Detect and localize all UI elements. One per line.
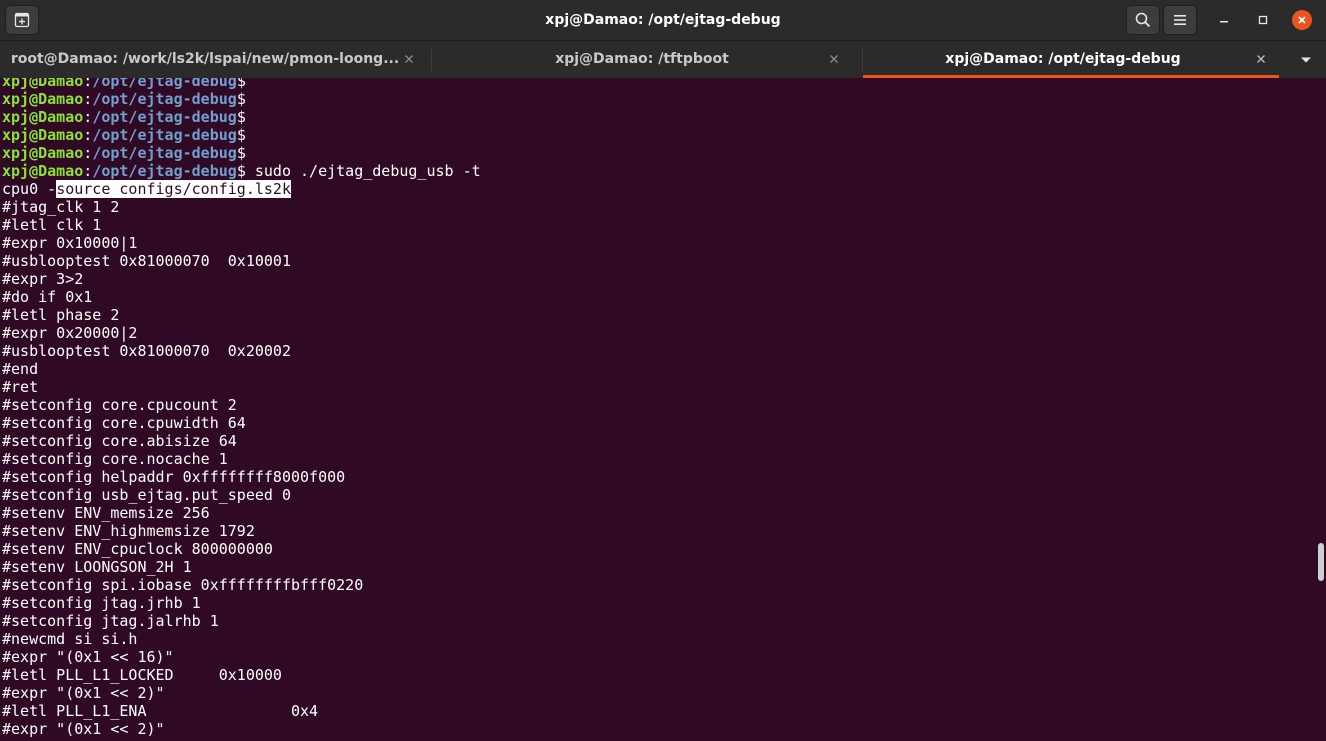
output-line: #expr 3>2 <box>2 270 84 288</box>
prompt-line: xpj@Damao:/opt/ejtag-debug$ <box>2 126 481 144</box>
command-line: xpj@Damao:/opt/ejtag-debug$ sudo ./ejtag… <box>2 162 481 180</box>
prompt-user: xpj@Damao <box>2 78 84 90</box>
search-icon <box>1135 12 1151 28</box>
tabs-dropdown-button[interactable] <box>1296 51 1316 69</box>
output-line: #setconfig jtag.jalrhb 1 <box>2 612 219 630</box>
close-icon <box>1257 55 1265 63</box>
tab-close-button[interactable] <box>1254 52 1268 66</box>
prompt-path: /opt/ejtag-debug <box>92 90 237 108</box>
output-line: #usblooptest 0x81000070 0x10001 <box>2 252 291 270</box>
output-line: #letl PLL_L1_ENA 0x4 <box>2 702 319 720</box>
minimize-button[interactable] <box>1214 10 1234 30</box>
maximize-button[interactable] <box>1253 10 1273 30</box>
source-line: cpu0 -source configs/config.ls2k <box>2 180 481 198</box>
new-tab-icon <box>14 12 30 28</box>
tab-close-button[interactable] <box>827 52 841 66</box>
tab-bar: root@Damao: /work/ls2k/lspai/new/pmon-lo… <box>0 40 1326 78</box>
prompt-symbol: $ <box>236 144 246 162</box>
output-line: #setconfig spi.iobase 0xffffffffbfff0220 <box>2 576 364 594</box>
tab-label: root@Damao: /work/ls2k/lspai/new/pmon-lo… <box>10 51 400 67</box>
prompt-path: /opt/ejtag-debug <box>92 108 237 126</box>
output-line: #letl phase 2 <box>2 306 120 324</box>
tab-ejtag-debug[interactable]: xpj@Damao: /opt/ejtag-debug <box>863 41 1279 78</box>
prompt-symbol: $ <box>236 78 246 90</box>
minimize-icon <box>1220 21 1228 23</box>
prompt-user: xpj@Damao <box>2 126 84 144</box>
prompt-symbol: $ <box>236 108 246 126</box>
search-button[interactable] <box>1126 5 1160 35</box>
prompt-path: /opt/ejtag-debug <box>92 126 237 144</box>
hamburger-menu-icon <box>1174 15 1186 25</box>
output-line: #do if 0x1 <box>2 288 93 306</box>
prompt-user: xpj@Damao <box>2 162 84 180</box>
prompt-colon: : <box>83 162 93 180</box>
output-line: #setconfig core.cpuwidth 64 <box>2 414 246 432</box>
prompt-colon: : <box>83 90 93 108</box>
tab-label: xpj@Damao: /tftpboot <box>555 51 729 67</box>
output-line: #letl PLL_L1_LOCKED 0x10000 <box>2 666 282 684</box>
output-line: #expr "(0x1 << 16)" <box>2 648 174 666</box>
terminal-output[interactable]: xpj@Damao:/opt/ejtag-debug$ xpj@Damao:/op… <box>0 78 1316 741</box>
prompt-user: xpj@Damao <box>2 144 84 162</box>
output-line: #ret <box>2 378 39 396</box>
output-line: #jtag_clk 1 2 <box>2 198 120 216</box>
output-line: #end <box>2 360 39 378</box>
prompt-user: xpj@Damao <box>2 90 84 108</box>
tab-label: xpj@Damao: /opt/ejtag-debug <box>945 51 1181 67</box>
prompt-line: xpj@Damao:/opt/ejtag-debug$ <box>2 78 481 90</box>
chevron-down-icon <box>1301 57 1311 63</box>
new-tab-button[interactable] <box>5 5 39 35</box>
prompt-line: xpj@Damao:/opt/ejtag-debug$ <box>2 144 481 162</box>
output-line: #setconfig usb_ejtag.put_speed 0 <box>2 486 291 504</box>
terminal-lines: xpj@Damao:/opt/ejtag-debug$ xpj@Damao:/op… <box>2 78 481 738</box>
tab-close-button[interactable] <box>402 52 416 66</box>
tab-tftpboot[interactable]: xpj@Damao: /tftpboot <box>432 41 862 78</box>
close-icon <box>830 55 838 63</box>
output-line: #setconfig core.abisize 64 <box>2 432 237 450</box>
output-line: #setconfig core.cpucount 2 <box>2 396 237 414</box>
selected-text: source configs/config.ls2k <box>56 180 291 198</box>
prompt-path: /opt/ejtag-debug <box>92 162 237 180</box>
menu-button[interactable] <box>1163 5 1197 35</box>
maximize-icon <box>1258 15 1268 25</box>
output-line: #setenv ENV_memsize 256 <box>2 504 210 522</box>
close-icon <box>405 55 413 63</box>
prompt-colon: : <box>83 144 93 162</box>
prompt-path: /opt/ejtag-debug <box>92 78 237 90</box>
prompt-line: xpj@Damao:/opt/ejtag-debug$ <box>2 108 481 126</box>
prompt-symbol: $ <box>236 126 246 144</box>
source-prefix: cpu0 - <box>2 180 57 198</box>
prompt-line: xpj@Damao:/opt/ejtag-debug$ <box>2 90 481 108</box>
close-icon <box>1298 16 1306 24</box>
output-line: #newcmd si si.h <box>2 630 138 648</box>
close-button[interactable] <box>1292 10 1312 30</box>
window-title: xpj@Damao: /opt/ejtag-debug <box>545 12 781 28</box>
output-line: #expr "(0x1 << 2)" <box>2 684 165 702</box>
output-line: #expr "(0x1 << 2)" <box>2 720 165 738</box>
output-line: #setenv ENV_cpuclock 800000000 <box>2 540 273 558</box>
output-line: #setenv LOONGSON_2H 1 <box>2 558 192 576</box>
output-line: #usblooptest 0x81000070 0x20002 <box>2 342 291 360</box>
header-bar: xpj@Damao: /opt/ejtag-debug <box>0 0 1326 40</box>
terminal-scrollbar[interactable] <box>1316 78 1326 741</box>
prompt-path: /opt/ejtag-debug <box>92 144 237 162</box>
prompt-colon: : <box>83 126 93 144</box>
terminal-window: xpj@Damao: /opt/ejtag-debug root@Damao: … <box>0 0 1326 741</box>
prompt-colon: : <box>83 78 93 90</box>
prompt-user: xpj@Damao <box>2 108 84 126</box>
output-line: #setconfig jtag.jrhb 1 <box>2 594 201 612</box>
scrollbar-thumb[interactable] <box>1318 543 1324 581</box>
tab-root-pmon[interactable]: root@Damao: /work/ls2k/lspai/new/pmon-lo… <box>0 41 430 78</box>
prompt-symbol: $ <box>236 90 246 108</box>
output-line: #setconfig core.nocache 1 <box>2 450 228 468</box>
prompt-colon: : <box>83 108 93 126</box>
output-line: #expr 0x20000|2 <box>2 324 138 342</box>
output-line: #setconfig helpaddr 0xffffffff8000f000 <box>2 468 346 486</box>
output-line: #letl clk 1 <box>2 216 102 234</box>
command-text: sudo ./ejtag_debug_usb -t <box>245 162 481 180</box>
prompt-symbol: $ <box>236 162 246 180</box>
output-line: #setenv ENV_highmemsize 1792 <box>2 522 255 540</box>
output-line: #expr 0x10000|1 <box>2 234 138 252</box>
